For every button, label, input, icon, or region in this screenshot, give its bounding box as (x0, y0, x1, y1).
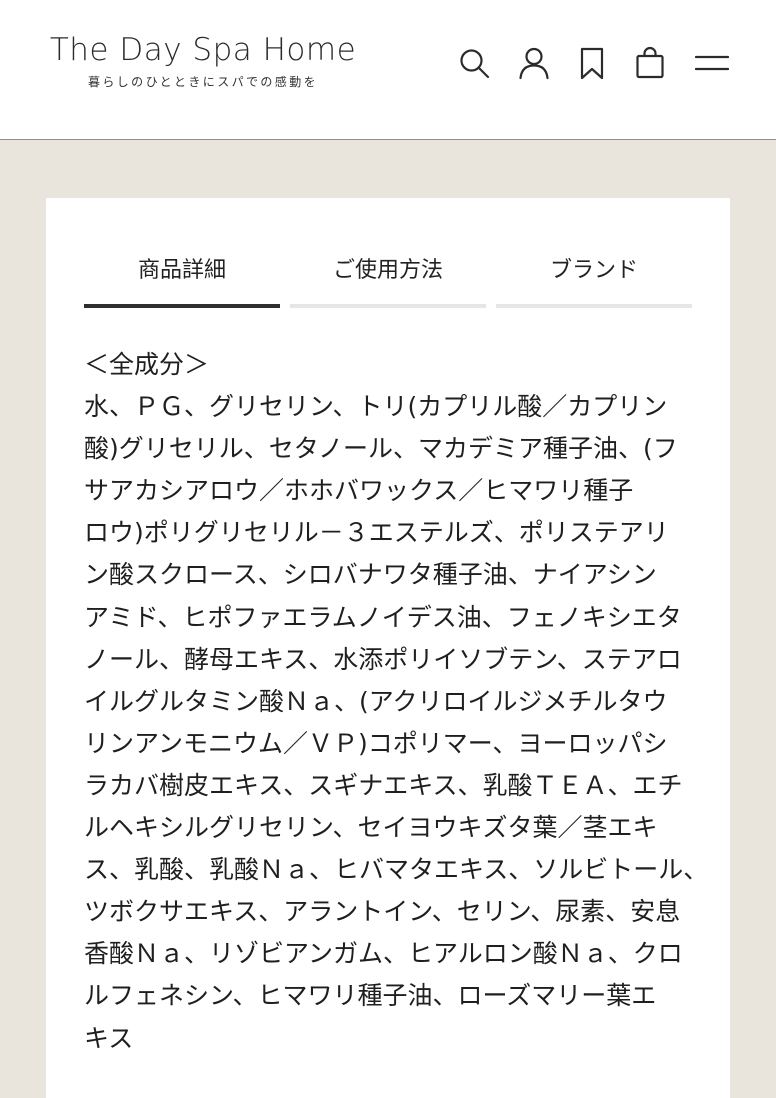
header-icons (0, 40, 776, 86)
tab-label: ご使用方法 (332, 258, 443, 283)
ingredients-line: イルグルタミン酸Ｎａ、(アクリロイルジメチルタウ (84, 686, 668, 716)
tab-brand[interactable]: ブランド (496, 248, 692, 308)
menu-icon[interactable] (690, 40, 734, 86)
ingredients-line: ルフェネシン、ヒマワリ種子油、ローズマリー葉エ (84, 981, 657, 1011)
search-icon[interactable] (452, 40, 496, 86)
ingredients-line: サアカシアロウ／ホホバワックス／ヒマワリ種子 (84, 476, 634, 506)
site-header: The Day Spa Home 暮らしのひとときにスパでの感動を (0, 0, 776, 140)
tab-indicator (290, 304, 486, 308)
tab-label: 商品詳細 (137, 258, 226, 283)
ingredients-line: ルヘキシルグリセリン、セイヨウキズタ葉／茎エキ (84, 813, 658, 843)
ingredients-line: ス、乳酸、乳酸Ｎａ、ヒバマタエキス、ソルビトール、 (84, 855, 709, 885)
ingredients-line: 香酸Ｎａ、リゾビアンガム、ヒアルロン酸Ｎａ、クロ (84, 939, 683, 969)
product-detail-card: 商品詳細 ご使用方法 ブランド ＜全成分＞ 水、ＰＧ、グリセリン、トリ(カプリル… (46, 198, 730, 1098)
ingredients-text: ＜全成分＞ 水、ＰＧ、グリセリン、トリ(カプリル酸／カプリン 酸)グリセリル、セ… (84, 344, 709, 1060)
bookmark-icon[interactable] (570, 40, 614, 86)
ingredients-line: ン酸スクロース、シロバナワタ種子油、ナイアシン (84, 560, 657, 590)
ingredients-heading: ＜全成分＞ (84, 350, 210, 379)
ingredients-line: ノール、酵母エキス、水添ポリイソブテン、ステアロ (84, 644, 682, 674)
ingredients-line: 水、ＰＧ、グリセリン、トリ(カプリル酸／カプリン (84, 392, 668, 422)
ingredients-line: 酸)グリセリル、セタノール、マカデミア種子油、(フ (84, 434, 678, 464)
product-tabs: 商品詳細 ご使用方法 ブランド (84, 248, 692, 308)
tab-product-details[interactable]: 商品詳細 (84, 248, 280, 308)
ingredients-line: ツボクサエキス、アラントイン、セリン、尿素、安息 (84, 897, 681, 927)
tab-indicator (84, 304, 280, 308)
ingredients-line: ロウ)ポリグリセリル－３エステルズ、ポリステアリ (84, 518, 669, 548)
ingredients-line: キス (84, 1023, 134, 1053)
tab-how-to-use[interactable]: ご使用方法 (290, 248, 486, 308)
ingredients-line: ラカバ樹皮エキス、スギナエキス、乳酸ＴＥＡ、エチ (84, 770, 683, 800)
tab-indicator (496, 304, 692, 308)
bag-icon[interactable] (628, 40, 672, 86)
tab-label: ブランド (549, 258, 638, 283)
ingredients-line: アミド、ヒポファエラムノイデス油、フェノキシエタ (84, 602, 682, 632)
ingredients-line: リンアンモニウム／ＶＰ)コポリマー、ヨーロッパシ (84, 728, 668, 758)
user-icon[interactable] (512, 40, 556, 86)
